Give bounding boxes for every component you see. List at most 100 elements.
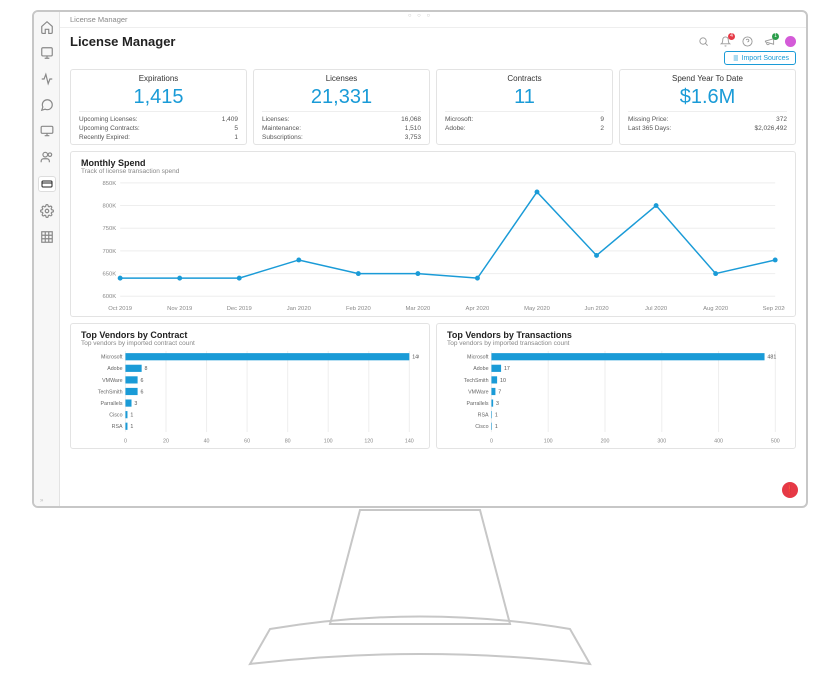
settings-icon[interactable] [40, 204, 54, 218]
sidebar [34, 12, 60, 506]
users-icon[interactable] [40, 150, 54, 164]
svg-text:Sep 2020: Sep 2020 [763, 306, 785, 312]
monitor-icon[interactable] [40, 124, 54, 138]
card-title: Licenses [326, 74, 358, 83]
svg-text:0: 0 [124, 439, 127, 445]
top-contract-chart: 020406080100120140Microsoft140Adobe8VMWa… [81, 349, 419, 446]
card-contracts[interactable]: Contracts 11 Microsoft:9Adobe:2 [436, 69, 613, 145]
card-value: 21,331 [311, 83, 372, 111]
svg-text:TechSmith: TechSmith [464, 378, 489, 384]
help-icon[interactable] [741, 36, 753, 48]
panel-monthly-spend: Monthly Spend Track of license transacti… [70, 151, 796, 317]
svg-text:1: 1 [495, 424, 498, 430]
svg-text:300: 300 [657, 439, 666, 445]
svg-text:6: 6 [140, 378, 143, 384]
svg-text:Cisco: Cisco [475, 424, 488, 430]
card-row: Last 365 Days:$2,026,492 [628, 124, 787, 133]
svg-text:140: 140 [405, 439, 414, 445]
monitor-dots: ○ ○ ○ [408, 13, 432, 19]
svg-text:RSA: RSA [112, 424, 123, 430]
panel-top-trans: Top Vendors by Transactions Top vendors … [436, 323, 796, 449]
svg-text:481: 481 [767, 355, 776, 361]
card-row: Upcoming Contracts:5 [79, 124, 238, 133]
panel-title: Top Vendors by Contract [81, 330, 419, 340]
panel-subtitle: Track of license transaction spend [81, 168, 785, 175]
bell-icon[interactable]: 4 [719, 36, 731, 48]
card-rows: Microsoft:9Adobe:2 [445, 111, 604, 133]
megaphone-icon[interactable]: 1 [763, 36, 775, 48]
svg-text:7: 7 [498, 390, 501, 396]
panel-subtitle: Top vendors by imported transaction coun… [447, 340, 785, 347]
svg-text:Feb 2020: Feb 2020 [346, 306, 372, 312]
svg-text:Adobe: Adobe [107, 366, 122, 372]
card-row: Missing Price:372 [628, 115, 787, 124]
home-icon[interactable] [40, 20, 54, 34]
search-icon[interactable] [697, 36, 709, 48]
svg-text:May 2020: May 2020 [524, 306, 550, 312]
svg-text:Parrallels: Parrallels [100, 401, 122, 407]
dashboard-icon[interactable] [40, 46, 54, 60]
card-rows: Upcoming Licenses:1,409Upcoming Contract… [79, 111, 238, 142]
avatar[interactable] [785, 36, 796, 47]
card-title: Expirations [139, 74, 179, 83]
card-row: Upcoming Licenses:1,409 [79, 115, 238, 124]
svg-text:100: 100 [544, 439, 553, 445]
svg-text:6: 6 [140, 390, 143, 396]
license-icon[interactable] [38, 176, 56, 192]
svg-text:Aug 2020: Aug 2020 [703, 306, 729, 312]
card-row: Subscriptions:3,753 [262, 133, 421, 142]
card-title: Spend Year To Date [672, 74, 743, 83]
card-row: Maintenance:1,510 [262, 124, 421, 133]
card-row: Microsoft:9 [445, 115, 604, 124]
svg-text:10: 10 [500, 378, 506, 384]
card-row: Adobe:2 [445, 124, 604, 133]
svg-text:800K: 800K [103, 204, 117, 210]
card-value: $1.6M [680, 83, 736, 111]
svg-text:VMWare: VMWare [102, 378, 122, 384]
card-expirations[interactable]: Expirations 1,415 Upcoming Licenses:1,40… [70, 69, 247, 145]
svg-text:700K: 700K [103, 249, 117, 255]
svg-text:600K: 600K [103, 295, 117, 301]
import-label: Import Sources [742, 55, 789, 62]
svg-text:Jun 2020: Jun 2020 [584, 306, 609, 312]
breadcrumb: License Manager [60, 12, 806, 28]
svg-text:RSA: RSA [478, 413, 489, 419]
card-licenses[interactable]: Licenses 21,331 Licenses:16,068Maintenan… [253, 69, 430, 145]
page-title: License Manager [70, 34, 697, 49]
grid-icon[interactable] [40, 230, 54, 244]
card-value: 11 [514, 83, 535, 111]
monitor-stand [210, 494, 630, 694]
svg-text:750K: 750K [103, 226, 117, 232]
svg-text:8: 8 [145, 366, 148, 372]
svg-text:0: 0 [490, 439, 493, 445]
card-row: Licenses:16,068 [262, 115, 421, 124]
chat-icon[interactable] [40, 98, 54, 112]
svg-text:Microsoft: Microsoft [101, 355, 123, 361]
svg-text:Adobe: Adobe [473, 366, 488, 372]
card-value: 1,415 [133, 83, 183, 111]
list-icon [731, 54, 739, 62]
svg-text:1: 1 [130, 413, 133, 419]
svg-text:TechSmith: TechSmith [98, 390, 123, 396]
svg-text:VMWare: VMWare [468, 390, 488, 396]
svg-text:Jul 2020: Jul 2020 [645, 306, 668, 312]
card-row: Recently Expired:1 [79, 133, 238, 142]
import-sources-button[interactable]: Import Sources [724, 51, 796, 65]
svg-text:Nov 2019: Nov 2019 [167, 306, 192, 312]
megaphone-badge: 1 [772, 33, 779, 40]
card-spend-ytd[interactable]: Spend Year To Date $1.6M Missing Price:3… [619, 69, 796, 145]
svg-text:650K: 650K [103, 272, 117, 278]
card-rows: Licenses:16,068Maintenance:1,510Subscrip… [262, 111, 421, 142]
help-fab[interactable]: ❗ [782, 482, 798, 498]
svg-text:17: 17 [504, 366, 510, 372]
svg-text:3: 3 [134, 401, 137, 407]
svg-text:Jan 2020: Jan 2020 [287, 306, 312, 312]
svg-text:60: 60 [244, 439, 250, 445]
panel-top-contract: Top Vendors by Contract Top vendors by i… [70, 323, 430, 449]
svg-text:850K: 850K [103, 181, 117, 187]
top-trans-chart: 0100200300400500Microsoft481Adobe17TechS… [447, 349, 785, 446]
svg-text:Dec 2019: Dec 2019 [227, 306, 252, 312]
card-rows: Missing Price:372Last 365 Days:$2,026,49… [628, 111, 787, 133]
activity-icon[interactable] [40, 72, 54, 86]
footer-marker: » [40, 498, 43, 504]
